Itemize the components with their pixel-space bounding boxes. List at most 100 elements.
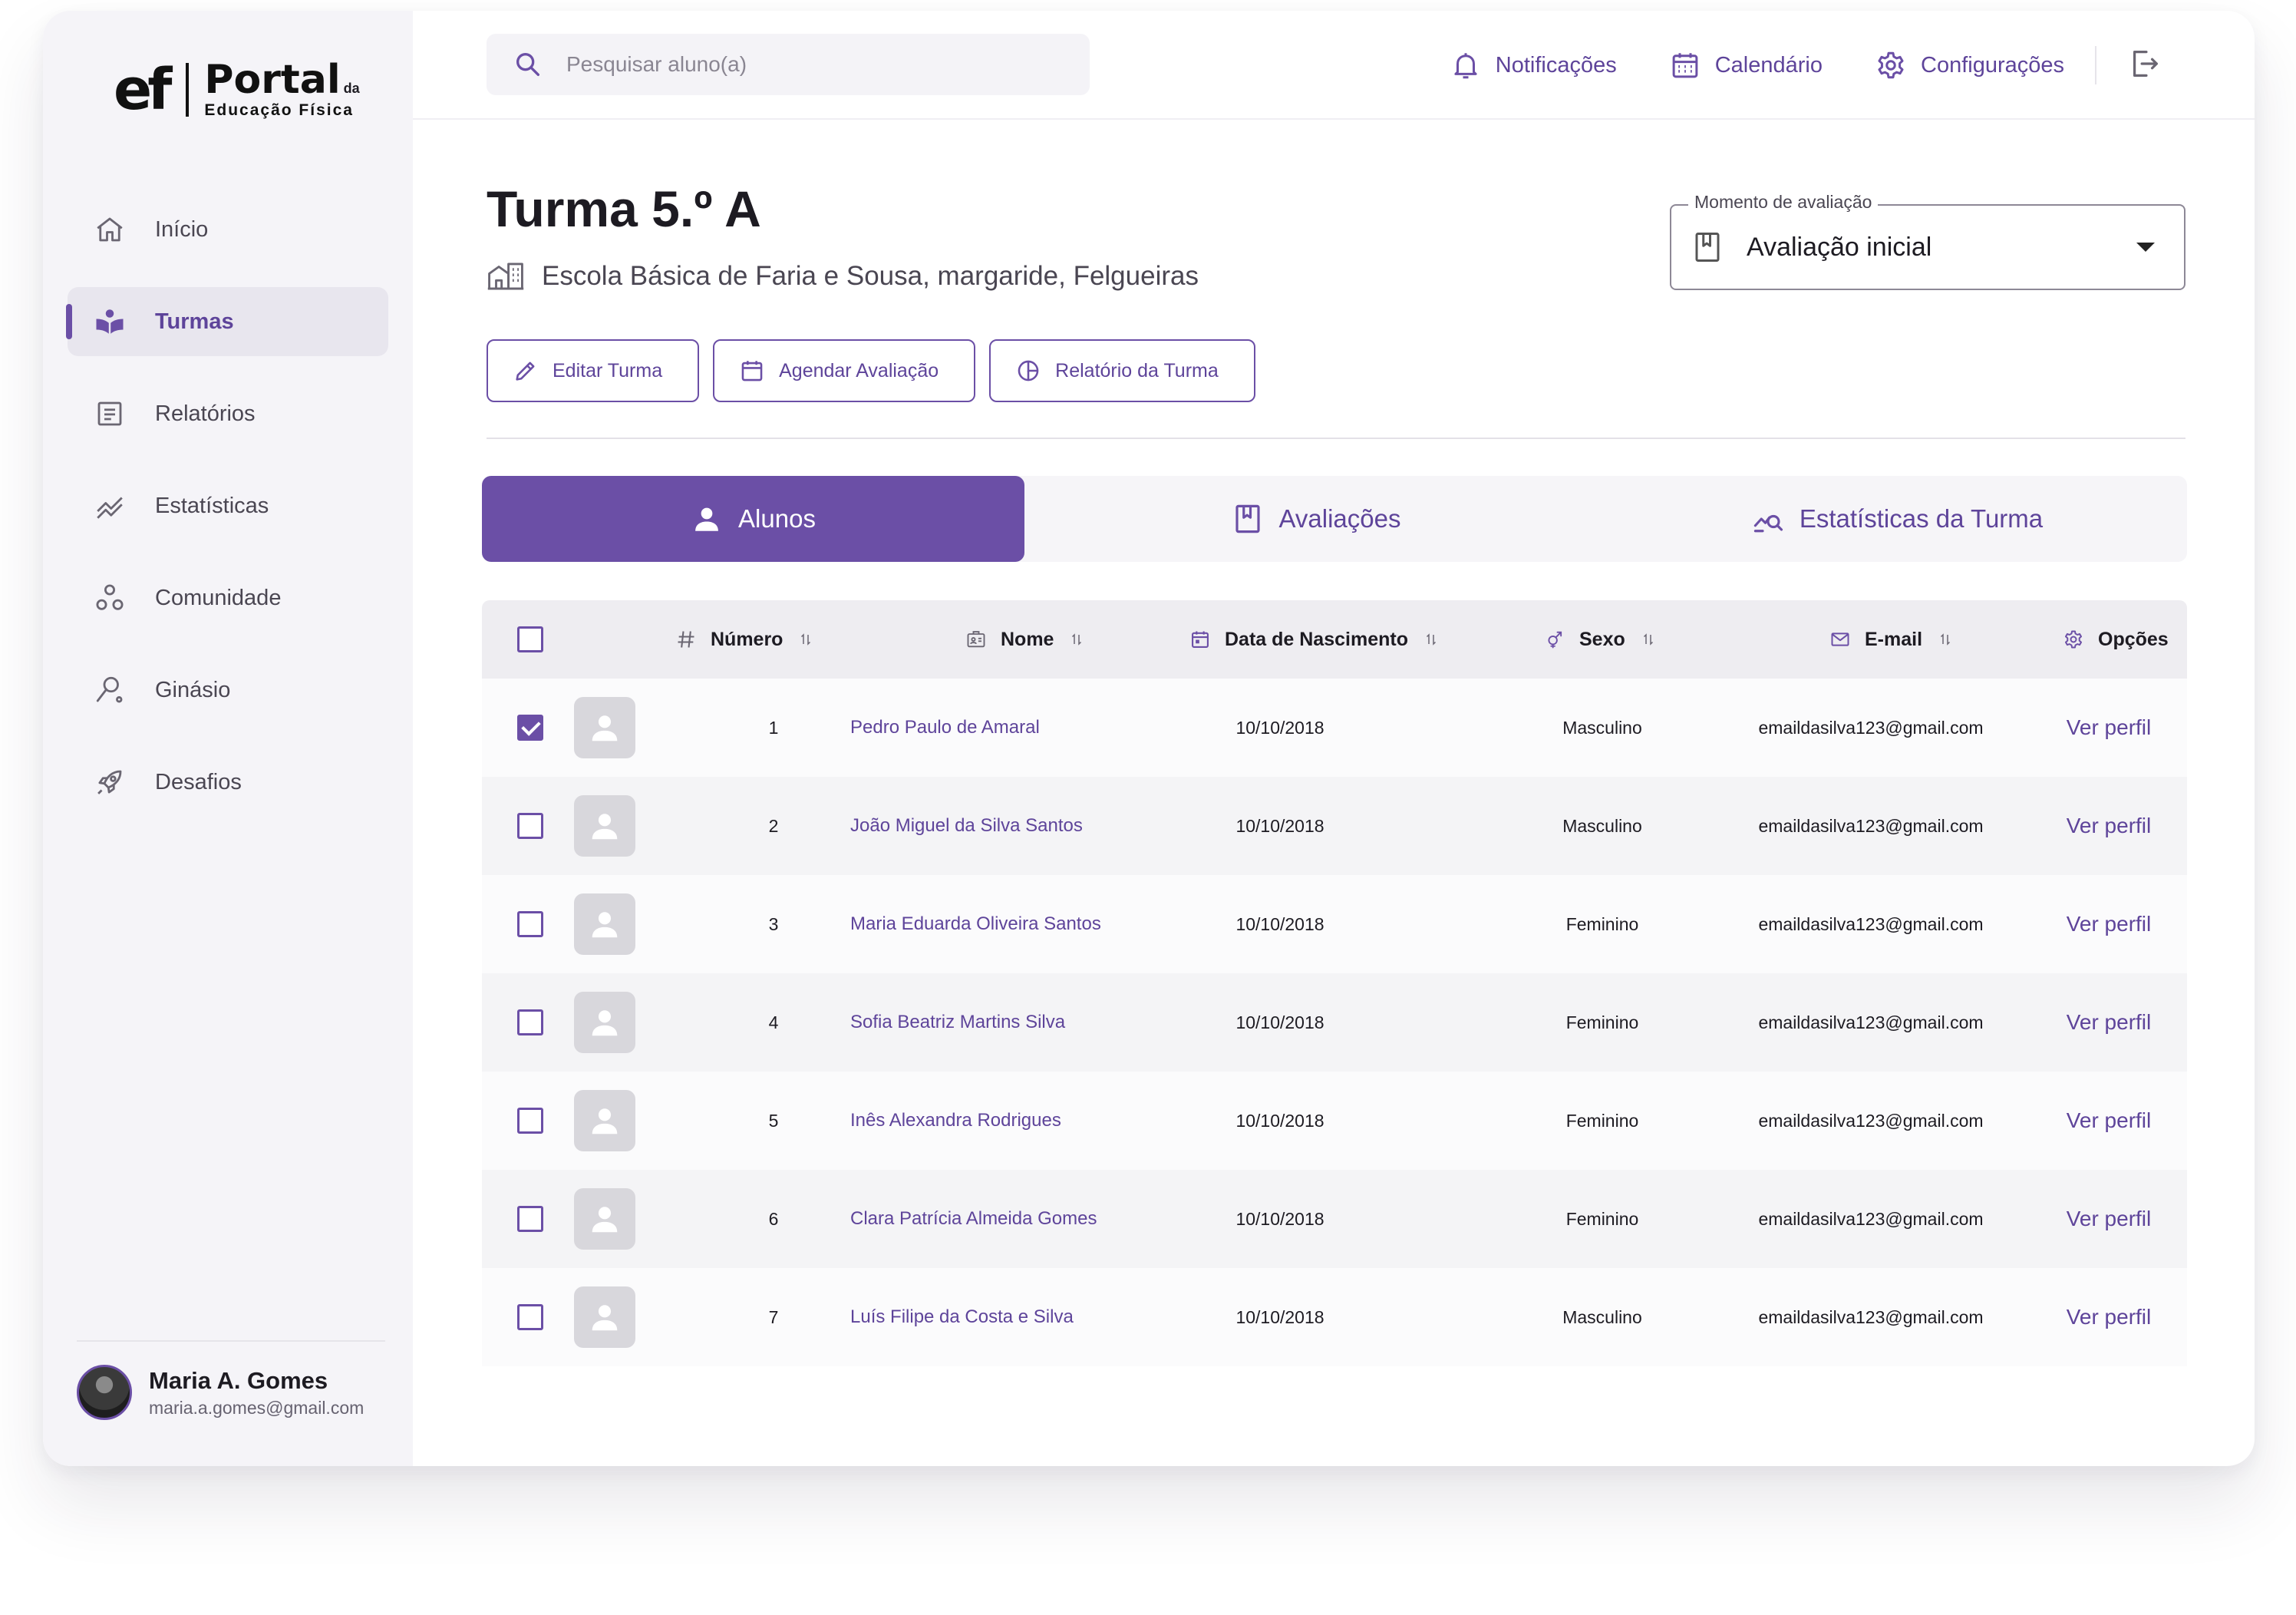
schedule-evaluation-label: Agendar Avaliação [779, 359, 939, 381]
evaluation-moment-select[interactable]: Momento de avaliação Avaliação inicial [1670, 192, 2185, 290]
view-profile-link[interactable]: Ver perfil [2067, 715, 2152, 740]
student-number: 2 [768, 815, 779, 836]
column-sex[interactable]: Sexo [1544, 600, 1654, 679]
pie-chart-icon [1018, 360, 1039, 381]
sidebar-item-ginasio[interactable]: Ginásio [68, 656, 388, 725]
student-email: emaildasilva123@gmail.com [1758, 717, 1984, 738]
view-profile-link[interactable]: Ver perfil [2067, 912, 2152, 936]
column-options-label: Opções [2098, 628, 2169, 650]
table-row: 6 Clara Patrícia Almeida Gomes 10/10/201… [482, 1170, 2187, 1268]
sort-icon [1072, 633, 1082, 646]
logo-mark: ef [114, 57, 172, 123]
row-checkbox[interactable] [517, 1009, 543, 1035]
student-birth-date: 10/10/2018 [1235, 1208, 1324, 1229]
class-actions: Editar Turma Agendar Avaliação Relatório… [487, 339, 1269, 402]
view-profile-link[interactable]: Ver perfil [2067, 814, 2152, 838]
view-profile-link[interactable]: Ver perfil [2067, 1305, 2152, 1329]
sort-icon [801, 633, 811, 646]
search-icon [516, 53, 539, 77]
sidebar-item-label: Relatórios [155, 401, 256, 426]
bookmark-icon [1695, 233, 1720, 262]
app-logo[interactable]: ef Portal da Educação Física [114, 55, 360, 124]
table-row: 4 Sofia Beatriz Martins Silva 10/10/2018… [482, 973, 2187, 1072]
student-sex: Feminino [1565, 1110, 1639, 1131]
student-avatar [574, 1286, 635, 1348]
logout-button[interactable] [2127, 46, 2162, 85]
sidebar-item-label: Início [155, 216, 209, 242]
sidebar-item-comunidade[interactable]: Comunidade [68, 563, 388, 632]
calendar-icon [1672, 53, 1698, 78]
bookmark-icon [1235, 504, 1260, 533]
student-sex: Masculino [1562, 1306, 1642, 1327]
student-sex: Feminino [1565, 1208, 1639, 1229]
table-row: 2 João Miguel da Silva Santos 10/10/2018… [482, 777, 2187, 875]
student-email: emaildasilva123@gmail.com [1758, 1110, 1984, 1131]
student-birth-date: 10/10/2018 [1235, 913, 1324, 934]
view-profile-link[interactable]: Ver perfil [2067, 1108, 2152, 1133]
settings-link[interactable]: Configurações [1875, 49, 2064, 81]
user-email: maria.a.gomes@gmail.com [149, 1397, 365, 1418]
gear-icon [1878, 51, 1904, 79]
pencil-icon [516, 362, 535, 381]
notifications-link[interactable]: Notificações [1450, 49, 1617, 81]
student-sex: Masculino [1562, 717, 1642, 738]
tab-alunos[interactable]: Alunos [482, 476, 1024, 562]
column-number[interactable]: Número [675, 600, 812, 679]
search-input[interactable] [566, 52, 1073, 77]
home-icon [97, 217, 123, 242]
book-reader-icon [96, 309, 124, 334]
user-profile[interactable]: Maria A. Gomes maria.a.gomes@gmail.com [77, 1340, 385, 1420]
edit-class-label: Editar Turma [553, 359, 663, 381]
sidebar-item-inicio[interactable]: Início [68, 195, 388, 264]
tab-label: Avaliações [1278, 504, 1401, 533]
class-report-button[interactable]: Relatório da Turma [989, 339, 1255, 402]
column-name[interactable]: Nome [965, 600, 1083, 679]
sidebar-item-desafios[interactable]: Desafios [68, 748, 388, 817]
table-row: 7 Luís Filipe da Costa e Silva 10/10/201… [482, 1268, 2187, 1366]
edit-class-button[interactable]: Editar Turma [487, 339, 700, 402]
student-name-link[interactable]: Maria Eduarda Oliveira Santos [850, 913, 1101, 935]
gear-icon [2064, 630, 2083, 649]
student-name-link[interactable]: João Miguel da Silva Santos [850, 815, 1083, 837]
student-name-link[interactable]: Pedro Paulo de Amaral [850, 717, 1040, 738]
tab-avaliacoes[interactable]: Avaliações [1024, 476, 1608, 562]
column-email[interactable]: E-mail [1829, 600, 1951, 679]
view-profile-link[interactable]: Ver perfil [2067, 1207, 2152, 1231]
class-report-label: Relatório da Turma [1055, 359, 1219, 381]
student-avatar [574, 992, 635, 1053]
student-name-link[interactable]: Luís Filipe da Costa e Silva [850, 1306, 1074, 1328]
table-body: 1 Pedro Paulo de Amaral 10/10/2018 Mascu… [482, 679, 2187, 1366]
community-icon [96, 584, 124, 610]
schedule-evaluation-button[interactable]: Agendar Avaliação [713, 339, 976, 402]
sidebar-item-relatorios[interactable]: Relatórios [68, 379, 388, 448]
row-checkbox[interactable] [517, 1304, 543, 1330]
mail-icon [1831, 632, 1849, 646]
student-avatar [574, 795, 635, 857]
id-card-icon [967, 631, 985, 648]
view-profile-link[interactable]: Ver perfil [2067, 1010, 2152, 1035]
student-name-link[interactable]: Sofia Beatriz Martins Silva [850, 1012, 1065, 1033]
column-birth-date[interactable]: Data de Nascimento [1189, 600, 1437, 679]
student-name-link[interactable]: Inês Alexandra Rodrigues [850, 1110, 1061, 1131]
app-window: ef Portal da Educação Física Início Turma… [43, 11, 2255, 1466]
sidebar-item-estatisticas[interactable]: Estatísticas [68, 471, 388, 540]
select-all-checkbox[interactable] [517, 626, 543, 652]
row-checkbox[interactable] [517, 715, 543, 741]
student-birth-date: 10/10/2018 [1235, 717, 1324, 738]
evaluation-moment-legend: Momento de avaliação [1688, 192, 1879, 213]
row-checkbox[interactable] [517, 1206, 543, 1232]
row-checkbox[interactable] [517, 813, 543, 839]
student-birth-date: 10/10/2018 [1235, 1012, 1324, 1032]
row-checkbox[interactable] [517, 911, 543, 937]
row-checkbox[interactable] [517, 1108, 543, 1134]
student-name-link[interactable]: Clara Patrícia Almeida Gomes [850, 1208, 1097, 1230]
calendar-link[interactable]: Calendário [1669, 49, 1823, 81]
student-avatar [574, 893, 635, 955]
sidebar-item-turmas[interactable]: Turmas [66, 287, 388, 356]
tab-estatisticas-turma[interactable]: Estatísticas da Turma [1608, 476, 2187, 562]
search-box[interactable] [487, 34, 1090, 95]
person-placeholder-icon [592, 1108, 618, 1134]
student-email: emaildasilva123@gmail.com [1758, 913, 1984, 934]
sidebar-item-label: Estatísticas [155, 493, 269, 518]
student-birth-date: 10/10/2018 [1235, 1110, 1324, 1131]
